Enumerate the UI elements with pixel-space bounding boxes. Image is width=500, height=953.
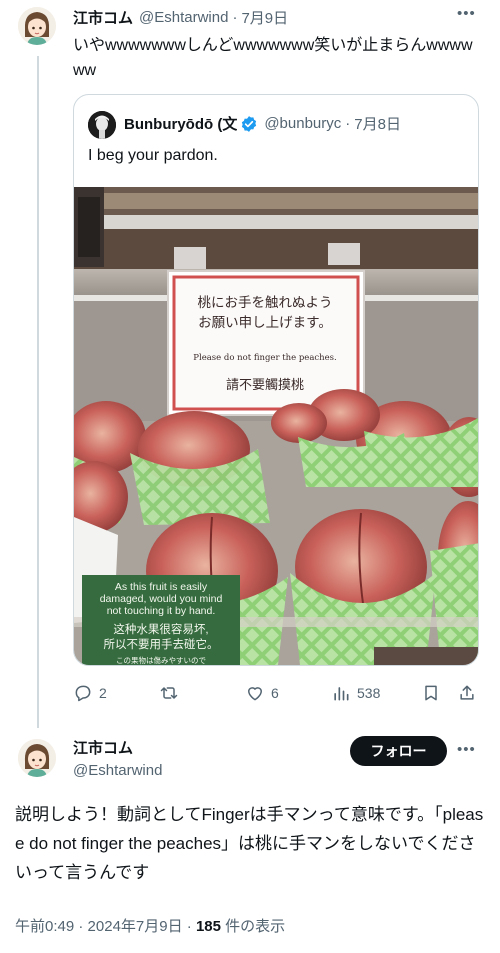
views-count: 538 [357, 685, 381, 701]
bookmark-button[interactable] [421, 683, 441, 703]
meta-separator: · [186, 918, 192, 935]
quoted-author-handle[interactable]: @bunburyc [264, 115, 341, 132]
thread-connector-line [37, 56, 39, 728]
sign-chinese-text: 請不要觸摸桃 [225, 378, 304, 393]
header-separator: · [232, 9, 238, 26]
like-count: 6 [271, 685, 279, 701]
share-icon [460, 685, 474, 700]
post-date[interactable]: 7月9日 [241, 7, 288, 28]
like-button[interactable]: 6 [245, 683, 279, 703]
reply-count: 2 [99, 685, 107, 701]
analytics-icon [334, 687, 349, 701]
reply-icon [75, 685, 91, 702]
repost-icon [160, 687, 178, 699]
quoted-post-card[interactable]: Bunburyōdō (文 @bunburyc · 7月8日 I beg you… [73, 94, 479, 666]
sign-japanese-text: 桃にお手を触れぬよう お願い申し上げます。 [197, 295, 333, 331]
views-label: 件の表示 [220, 918, 286, 935]
views-button[interactable]: 538 [331, 683, 380, 703]
verified-badge-icon [242, 115, 257, 132]
quoted-post-header: Bunburyōdō (文 @bunburyc · 7月8日 [124, 113, 464, 134]
post-text: いやwwwwwwwしんどwwwwwww笑いが止まらんwwwwww [73, 37, 473, 79]
quoted-post-text: I beg your pardon. [88, 147, 218, 164]
author-name[interactable]: 江市コム [73, 7, 133, 28]
repost-button[interactable] [159, 683, 185, 703]
avatar[interactable] [18, 7, 56, 45]
green-notice-sign: As this fruit is easily damaged, would y… [99, 581, 223, 665]
more-options-icon[interactable]: ••• [457, 741, 476, 758]
avatar[interactable] [18, 739, 56, 777]
post-action-bar: 2 6 538 [73, 683, 479, 707]
peaches-photo[interactable]: 桃にお手を触れぬよう お願い申し上げます。 Please do not fing… [74, 187, 478, 665]
sign-english-text: Please do not finger the peaches. [193, 353, 337, 363]
header-separator: · [345, 115, 351, 132]
quoted-avatar[interactable] [88, 111, 116, 139]
author-handle[interactable]: @Eshtarwind [139, 9, 228, 26]
share-button[interactable] [457, 683, 477, 703]
bookmark-icon [425, 685, 437, 701]
post-time[interactable]: 午前0:49 [15, 918, 74, 935]
author-handle[interactable]: @Eshtarwind [73, 762, 162, 779]
post-date[interactable]: 2024年7月9日 [88, 918, 183, 935]
quoted-author-name[interactable]: Bunburyōdō (文 [124, 113, 237, 134]
heart-icon [248, 687, 262, 701]
post-meta: 午前0:49 · 2024年7月9日 · 185 件の表示 [15, 915, 285, 936]
meta-separator: · [78, 918, 84, 935]
post-header: 江市コム @Eshtarwind · 7月9日 [73, 7, 482, 28]
post-text: 説明しよう！動詞としてFingerは手マンって意味です。「please do n… [15, 805, 484, 882]
more-options-icon[interactable]: ••• [457, 5, 476, 22]
views-count: 185 [195, 918, 221, 935]
author-name[interactable]: 江市コム [73, 737, 133, 758]
quoted-post-date[interactable]: 7月8日 [354, 113, 401, 134]
follow-button[interactable]: フォロー [350, 736, 447, 766]
reply-button[interactable]: 2 [73, 683, 107, 703]
